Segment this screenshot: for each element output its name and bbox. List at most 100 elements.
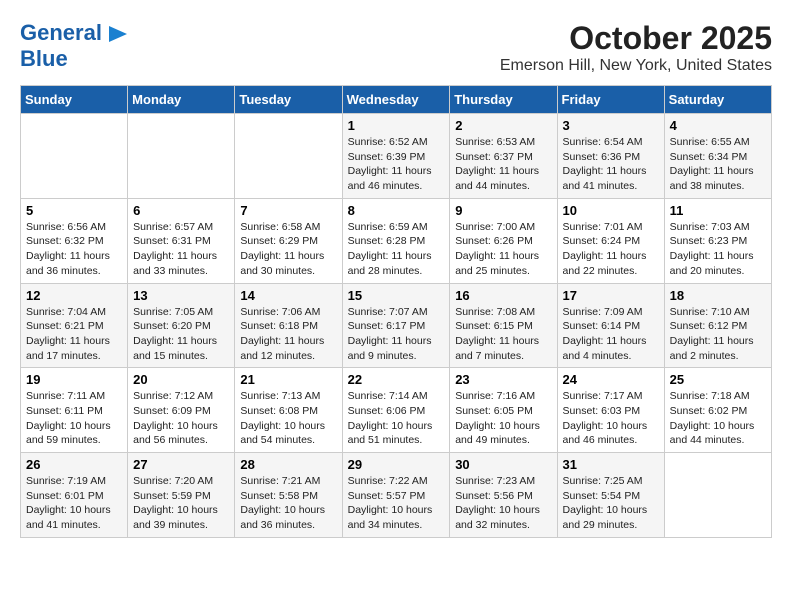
logo-text: General bbox=[20, 20, 128, 46]
title-block: October 2025 Emerson Hill, New York, Uni… bbox=[500, 20, 772, 75]
calendar-cell: 31 Sunrise: 7:25 AM Sunset: 5:54 PM Dayli… bbox=[557, 453, 664, 538]
weekday-header-saturday: Saturday bbox=[664, 86, 771, 114]
weekday-header-sunday: Sunday bbox=[21, 86, 128, 114]
calendar-cell: 12Sunrise: 7:04 AM Sunset: 6:21 PM Dayli… bbox=[21, 283, 128, 368]
day-number: 30 bbox=[455, 457, 551, 472]
weekday-header-tuesday: Tuesday bbox=[235, 86, 342, 114]
day-number: 27 bbox=[133, 457, 229, 472]
calendar-cell: 24 Sunrise: 7:17 AM Sunset: 6:03 PM Dayli… bbox=[557, 368, 664, 453]
day-number: 25 bbox=[670, 372, 766, 387]
day-content: Sunrise: 7:18 AM Sunset: 6:02 PM Dayligh… bbox=[670, 389, 766, 448]
calendar-cell bbox=[128, 114, 235, 199]
day-number: 3 bbox=[563, 118, 659, 133]
day-content: Sunrise: 6:56 AM Sunset: 6:32 PM Dayligh… bbox=[26, 220, 122, 279]
calendar-title: October 2025 bbox=[500, 20, 772, 57]
calendar-cell: 14 Sunrise: 7:06 AM Sunset: 6:18 PM Dayli… bbox=[235, 283, 342, 368]
weekday-header-thursday: Thursday bbox=[450, 86, 557, 114]
day-content: Sunrise: 7:23 AM Sunset: 5:56 PM Dayligh… bbox=[455, 474, 551, 533]
calendar-cell: 26 Sunrise: 7:19 AM Sunset: 6:01 PM Dayli… bbox=[21, 453, 128, 538]
calendar-cell: 1 Sunrise: 6:52 AM Sunset: 6:39 PM Daylig… bbox=[342, 114, 450, 199]
calendar-cell: 22Sunrise: 7:14 AM Sunset: 6:06 PM Dayli… bbox=[342, 368, 450, 453]
page-header: General Blue October 2025 Emerson Hill, … bbox=[20, 20, 772, 75]
day-number: 13 bbox=[133, 288, 229, 303]
calendar-cell: 29 Sunrise: 7:22 AM Sunset: 5:57 PM Dayli… bbox=[342, 453, 450, 538]
calendar-cell bbox=[21, 114, 128, 199]
day-content: Sunrise: 7:09 AM Sunset: 6:14 PM Dayligh… bbox=[563, 305, 659, 364]
calendar-table: SundayMondayTuesdayWednesdayThursdayFrid… bbox=[20, 85, 772, 538]
calendar-cell: 19Sunrise: 7:11 AM Sunset: 6:11 PM Dayli… bbox=[21, 368, 128, 453]
calendar-cell: 8 Sunrise: 6:59 AM Sunset: 6:28 PM Daylig… bbox=[342, 198, 450, 283]
calendar-cell: 3Sunrise: 6:54 AM Sunset: 6:36 PM Daylig… bbox=[557, 114, 664, 199]
day-content: Sunrise: 6:52 AM Sunset: 6:39 PM Dayligh… bbox=[348, 135, 445, 194]
logo-blue-text: Blue bbox=[20, 46, 68, 71]
calendar-cell: 10Sunrise: 7:01 AM Sunset: 6:24 PM Dayli… bbox=[557, 198, 664, 283]
day-content: Sunrise: 7:22 AM Sunset: 5:57 PM Dayligh… bbox=[348, 474, 445, 533]
calendar-cell: 28 Sunrise: 7:21 AM Sunset: 5:58 PM Dayli… bbox=[235, 453, 342, 538]
calendar-cell: 23 Sunrise: 7:16 AM Sunset: 6:05 PM Dayli… bbox=[450, 368, 557, 453]
day-content: Sunrise: 7:20 AM Sunset: 5:59 PM Dayligh… bbox=[133, 474, 229, 533]
day-number: 14 bbox=[240, 288, 336, 303]
calendar-cell: 21Sunrise: 7:13 AM Sunset: 6:08 PM Dayli… bbox=[235, 368, 342, 453]
week-row-1: 1 Sunrise: 6:52 AM Sunset: 6:39 PM Daylig… bbox=[21, 114, 772, 199]
day-content: Sunrise: 7:19 AM Sunset: 6:01 PM Dayligh… bbox=[26, 474, 122, 533]
day-content: Sunrise: 7:05 AM Sunset: 6:20 PM Dayligh… bbox=[133, 305, 229, 364]
day-content: Sunrise: 7:17 AM Sunset: 6:03 PM Dayligh… bbox=[563, 389, 659, 448]
day-content: Sunrise: 6:59 AM Sunset: 6:28 PM Dayligh… bbox=[348, 220, 445, 279]
day-number: 26 bbox=[26, 457, 122, 472]
day-content: Sunrise: 7:07 AM Sunset: 6:17 PM Dayligh… bbox=[348, 305, 445, 364]
day-number: 21 bbox=[240, 372, 336, 387]
week-row-2: 5Sunrise: 6:56 AM Sunset: 6:32 PM Daylig… bbox=[21, 198, 772, 283]
day-number: 9 bbox=[455, 203, 551, 218]
day-number: 10 bbox=[563, 203, 659, 218]
day-number: 2 bbox=[455, 118, 551, 133]
day-number: 4 bbox=[670, 118, 766, 133]
calendar-cell: 27 Sunrise: 7:20 AM Sunset: 5:59 PM Dayli… bbox=[128, 453, 235, 538]
calendar-cell: 6 Sunrise: 6:57 AM Sunset: 6:31 PM Daylig… bbox=[128, 198, 235, 283]
calendar-subtitle: Emerson Hill, New York, United States bbox=[500, 57, 772, 75]
day-number: 6 bbox=[133, 203, 229, 218]
calendar-cell: 16 Sunrise: 7:08 AM Sunset: 6:15 PM Dayli… bbox=[450, 283, 557, 368]
day-content: Sunrise: 6:57 AM Sunset: 6:31 PM Dayligh… bbox=[133, 220, 229, 279]
calendar-cell: 15 Sunrise: 7:07 AM Sunset: 6:17 PM Dayli… bbox=[342, 283, 450, 368]
day-content: Sunrise: 7:16 AM Sunset: 6:05 PM Dayligh… bbox=[455, 389, 551, 448]
day-number: 28 bbox=[240, 457, 336, 472]
day-content: Sunrise: 7:25 AM Sunset: 5:54 PM Dayligh… bbox=[563, 474, 659, 533]
calendar-cell: 13 Sunrise: 7:05 AM Sunset: 6:20 PM Dayli… bbox=[128, 283, 235, 368]
day-content: Sunrise: 7:06 AM Sunset: 6:18 PM Dayligh… bbox=[240, 305, 336, 364]
day-content: Sunrise: 7:14 AM Sunset: 6:06 PM Dayligh… bbox=[348, 389, 445, 448]
day-number: 31 bbox=[563, 457, 659, 472]
day-content: Sunrise: 7:21 AM Sunset: 5:58 PM Dayligh… bbox=[240, 474, 336, 533]
week-row-4: 19Sunrise: 7:11 AM Sunset: 6:11 PM Dayli… bbox=[21, 368, 772, 453]
day-content: Sunrise: 7:08 AM Sunset: 6:15 PM Dayligh… bbox=[455, 305, 551, 364]
day-number: 7 bbox=[240, 203, 336, 218]
calendar-cell: 17 Sunrise: 7:09 AM Sunset: 6:14 PM Dayli… bbox=[557, 283, 664, 368]
day-number: 16 bbox=[455, 288, 551, 303]
day-number: 17 bbox=[563, 288, 659, 303]
day-number: 20 bbox=[133, 372, 229, 387]
weekday-header-row: SundayMondayTuesdayWednesdayThursdayFrid… bbox=[21, 86, 772, 114]
day-number: 1 bbox=[348, 118, 445, 133]
day-content: Sunrise: 7:10 AM Sunset: 6:12 PM Dayligh… bbox=[670, 305, 766, 364]
calendar-cell: 9 Sunrise: 7:00 AM Sunset: 6:26 PM Daylig… bbox=[450, 198, 557, 283]
week-row-3: 12Sunrise: 7:04 AM Sunset: 6:21 PM Dayli… bbox=[21, 283, 772, 368]
logo: General Blue bbox=[20, 20, 128, 72]
day-content: Sunrise: 7:12 AM Sunset: 6:09 PM Dayligh… bbox=[133, 389, 229, 448]
day-number: 15 bbox=[348, 288, 445, 303]
calendar-cell: 5Sunrise: 6:56 AM Sunset: 6:32 PM Daylig… bbox=[21, 198, 128, 283]
calendar-cell bbox=[235, 114, 342, 199]
calendar-cell: 30 Sunrise: 7:23 AM Sunset: 5:56 PM Dayli… bbox=[450, 453, 557, 538]
calendar-cell: 11Sunrise: 7:03 AM Sunset: 6:23 PM Dayli… bbox=[664, 198, 771, 283]
calendar-cell: 20 Sunrise: 7:12 AM Sunset: 6:09 PM Dayli… bbox=[128, 368, 235, 453]
day-content: Sunrise: 6:58 AM Sunset: 6:29 PM Dayligh… bbox=[240, 220, 336, 279]
calendar-cell: 18Sunrise: 7:10 AM Sunset: 6:12 PM Dayli… bbox=[664, 283, 771, 368]
weekday-header-wednesday: Wednesday bbox=[342, 86, 450, 114]
day-content: Sunrise: 7:00 AM Sunset: 6:26 PM Dayligh… bbox=[455, 220, 551, 279]
day-number: 8 bbox=[348, 203, 445, 218]
weekday-header-monday: Monday bbox=[128, 86, 235, 114]
day-number: 19 bbox=[26, 372, 122, 387]
day-number: 24 bbox=[563, 372, 659, 387]
logo-arrow-icon bbox=[109, 26, 127, 42]
day-number: 23 bbox=[455, 372, 551, 387]
week-row-5: 26 Sunrise: 7:19 AM Sunset: 6:01 PM Dayli… bbox=[21, 453, 772, 538]
day-number: 29 bbox=[348, 457, 445, 472]
